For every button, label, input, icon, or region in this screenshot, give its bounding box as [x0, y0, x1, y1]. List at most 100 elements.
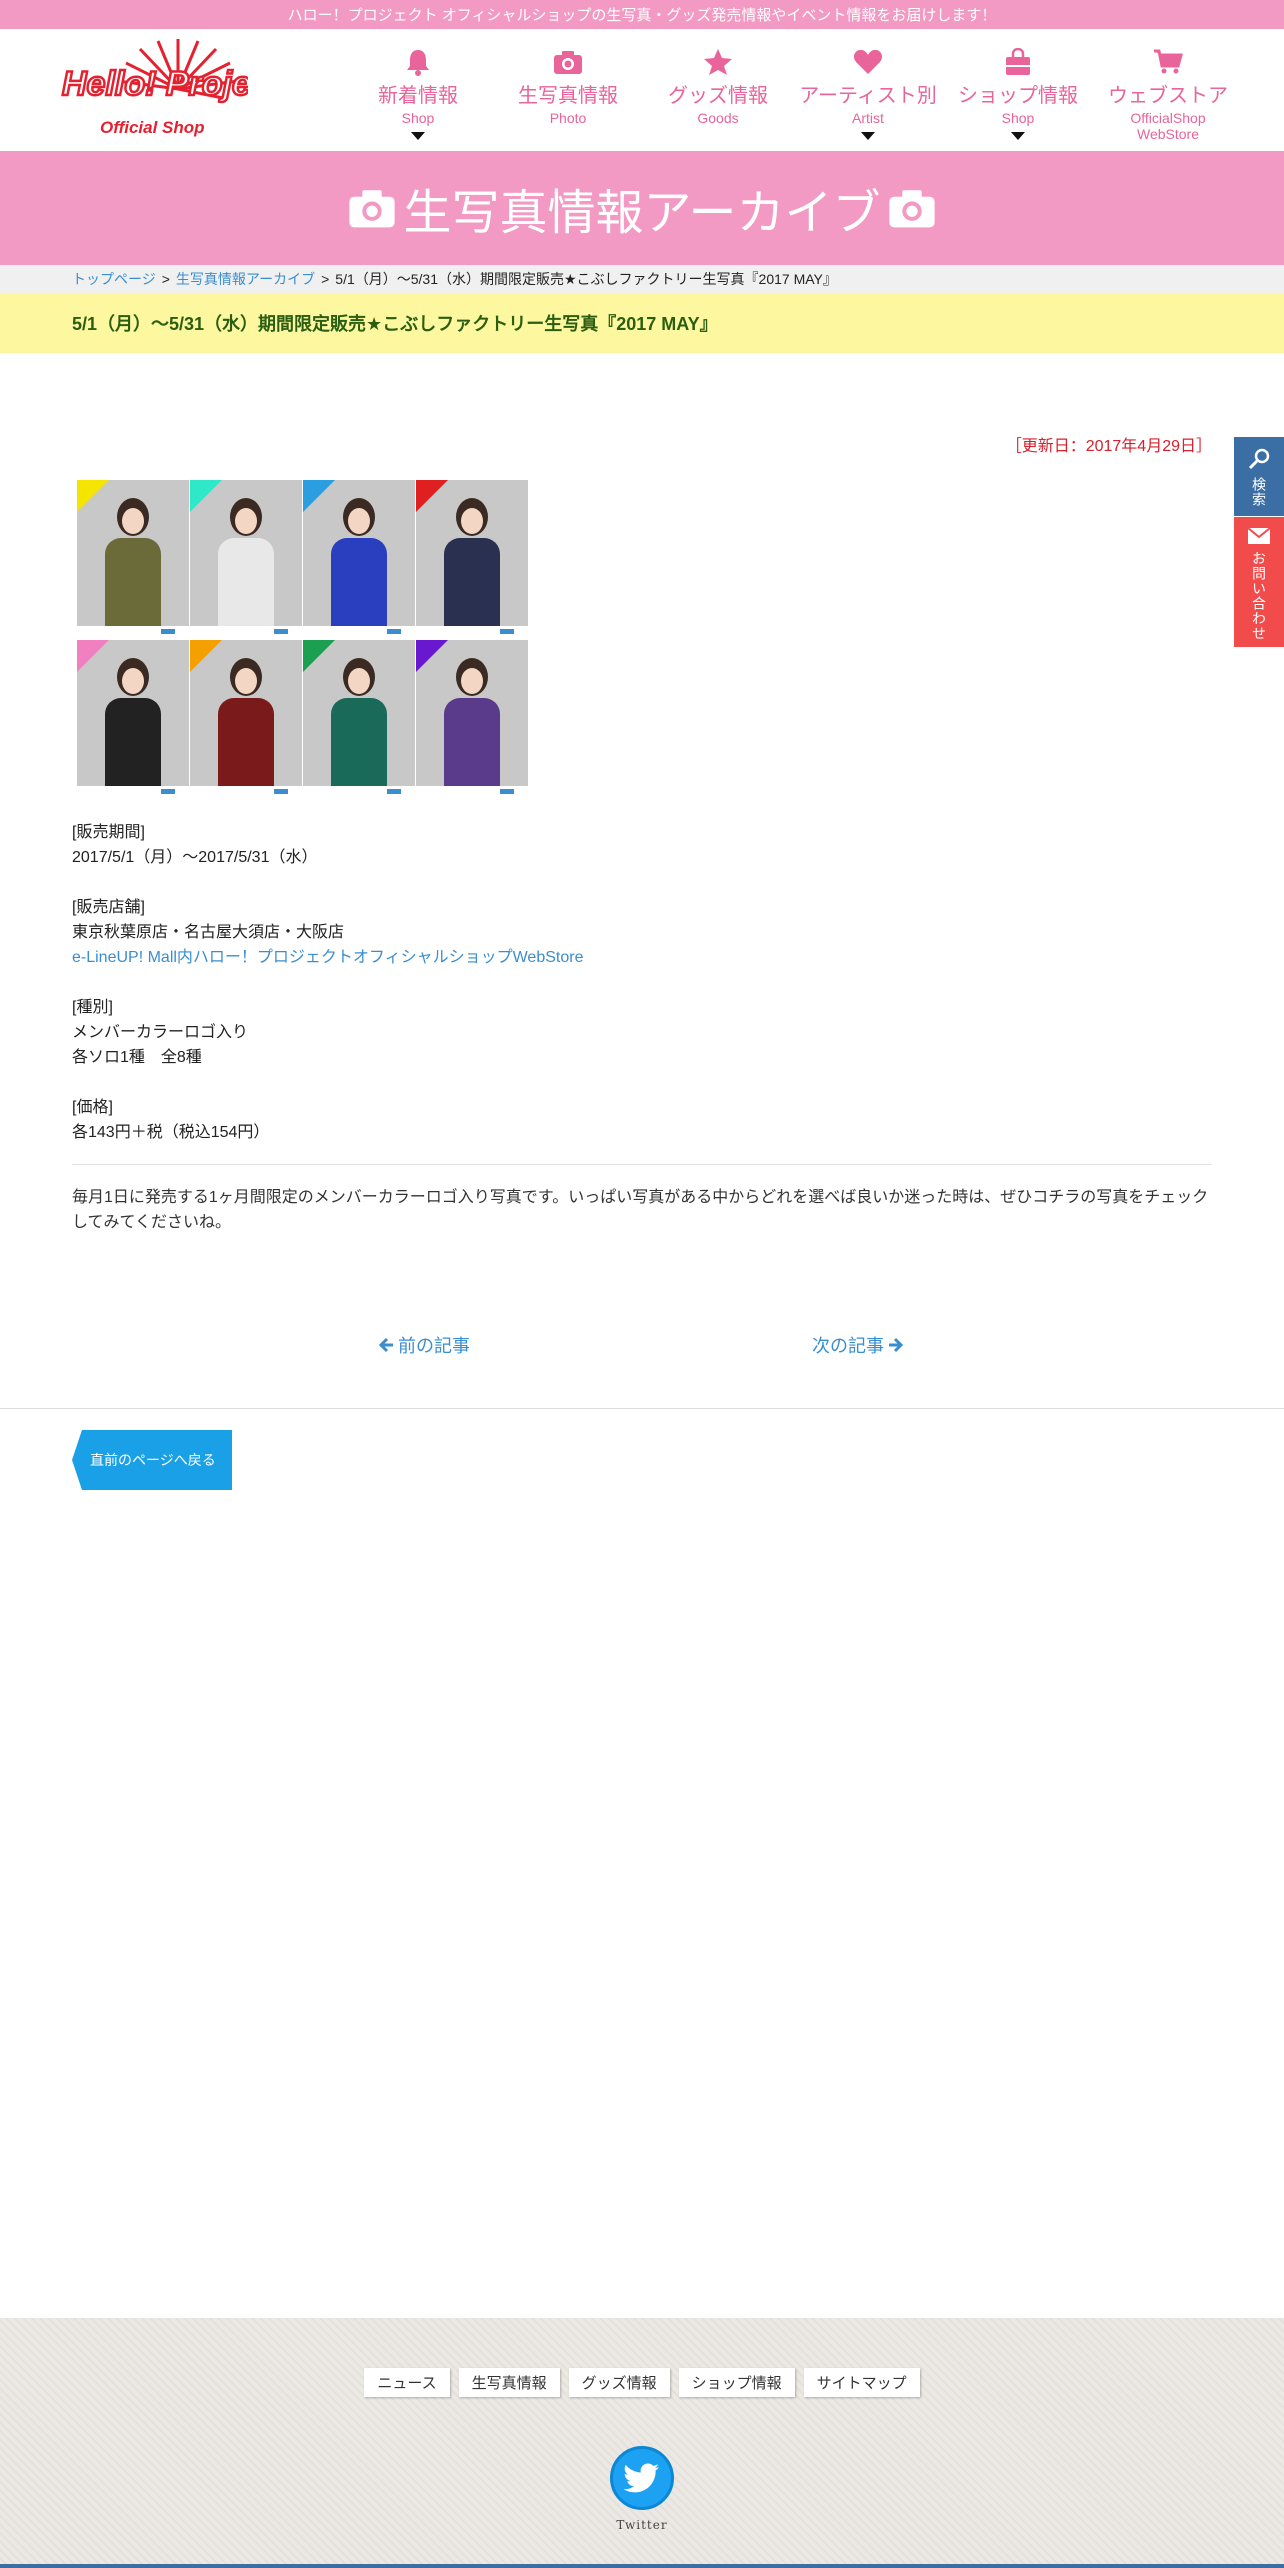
- side-search-tab[interactable]: 検索: [1234, 437, 1284, 516]
- page-banner: 生写真情報アーカイブ: [0, 151, 1284, 265]
- nav-item-webstore[interactable]: ウェブストア OfficialShop WebStore: [1093, 29, 1243, 151]
- caret-down-icon: [1011, 132, 1025, 140]
- sale-period-value: 2017/5/1（月）〜2017/5/31（水）: [72, 849, 318, 866]
- member-color-tag: [77, 640, 109, 672]
- member-photo: [190, 480, 302, 636]
- webstore-link[interactable]: e-LineUP! Mall内ハロー！プロジェクトオフィシャルショップWebSt…: [72, 949, 583, 966]
- product-photo-grid[interactable]: [72, 475, 532, 797]
- member-color-tag: [416, 480, 448, 512]
- photo-face: [122, 668, 144, 694]
- nav-label-jp: 生写真情報: [518, 85, 618, 107]
- twitter-label: Twitter: [616, 2518, 668, 2532]
- side-contact-label: お問い合わせ: [1251, 551, 1267, 641]
- shopping-bag-icon: [1003, 47, 1033, 77]
- site-logo[interactable]: Hello! Project Official Shop: [58, 37, 284, 141]
- article-title: 5/1（月）〜5/31（水）期間限定販売★こぶしファクトリー生写真『2017 M…: [72, 314, 718, 334]
- article-body: [販売期間] 2017/5/1（月）〜2017/5/31（水） [販売店舗] 東…: [72, 820, 1212, 1170]
- nav-label-jp: ショップ情報: [958, 85, 1078, 107]
- photo-logo-strip: [416, 626, 528, 636]
- breadcrumb: トップページ > 生写真情報アーカイブ > 5/1（月）〜5/31（水）期間限定…: [0, 265, 1284, 293]
- member-photo: [416, 640, 528, 796]
- cart-icon: [1153, 47, 1183, 77]
- site-header: Hello! Project Official Shop 新着情報 Shop 生…: [0, 29, 1284, 151]
- photo-logo-strip: [190, 786, 302, 796]
- price-label: [価格]: [72, 1099, 113, 1116]
- photo-outfit: [331, 538, 387, 626]
- bell-icon: [403, 47, 433, 77]
- prev-article-link[interactable]: 前の記事: [378, 1332, 470, 1358]
- footer-link-news[interactable]: ニュース: [364, 2368, 450, 2397]
- next-article-link[interactable]: 次の記事: [812, 1332, 904, 1358]
- nav-label-en: Photo: [549, 110, 587, 126]
- photo-face: [122, 508, 144, 534]
- photo-face: [461, 668, 483, 694]
- twitter-button[interactable]: [610, 2446, 674, 2510]
- announcement-text: ハロー！プロジェクト オフィシャルショップの生写真・グッズ発売情報やイベント情報…: [287, 7, 997, 24]
- photo-outfit: [331, 698, 387, 786]
- photo-logo-strip: [416, 786, 528, 796]
- stores-label: [販売店舗]: [72, 899, 145, 916]
- price-value: 各143円＋税（税込154円）: [72, 1124, 270, 1141]
- member-color-tag: [77, 480, 109, 512]
- photo-outfit: [105, 538, 161, 626]
- breadcrumb-home-link[interactable]: トップページ: [72, 269, 156, 289]
- side-search-label: 検索: [1251, 477, 1267, 507]
- arrow-right-icon: [889, 1337, 904, 1353]
- banner-title: 生写真情報アーカイブ: [403, 187, 881, 240]
- heart-icon: [853, 47, 883, 77]
- camera-icon: [349, 190, 396, 228]
- photo-face: [235, 508, 257, 534]
- mail-icon: [1247, 527, 1271, 544]
- camera-icon: [888, 190, 935, 228]
- footer-link-shop[interactable]: ショップ情報: [678, 2368, 795, 2397]
- footer-link-photo[interactable]: 生写真情報: [458, 2368, 560, 2397]
- back-button[interactable]: 直前のページへ戻る: [72, 1430, 232, 1490]
- photo-outfit: [218, 538, 274, 626]
- nav-item-goods[interactable]: グッズ情報 Goods: [643, 29, 793, 151]
- photo-face: [235, 668, 257, 694]
- member-color-tag: [303, 640, 335, 672]
- member-photo: [303, 480, 415, 636]
- member-photo: [77, 480, 189, 636]
- member-photo: [77, 640, 189, 796]
- section-divider: [0, 1408, 1284, 1409]
- type-label: [種別]: [72, 999, 113, 1016]
- photo-outfit: [105, 698, 161, 786]
- content-divider: [72, 1164, 1212, 1165]
- camera-icon: [553, 47, 583, 77]
- member-photo: [190, 640, 302, 796]
- nav-label-jp: アーティスト別: [799, 85, 937, 107]
- footer-nav: ニュース 生写真情報 グッズ情報 ショップ情報 サイトマップ: [0, 2368, 1284, 2397]
- member-color-tag: [190, 480, 222, 512]
- footer-link-sitemap[interactable]: サイトマップ: [803, 2368, 920, 2397]
- logo-graphic: Hello! Project Official Shop: [61, 39, 284, 137]
- article-title-bar: 5/1（月）〜5/31（水）期間限定販売★こぶしファクトリー生写真『2017 M…: [0, 293, 1284, 353]
- top-announcement-bar: ハロー！プロジェクト オフィシャルショップの生写真・グッズ発売情報やイベント情報…: [0, 0, 1284, 29]
- type-value-2: 各ソロ1種 全8種: [72, 1049, 202, 1066]
- nav-item-news[interactable]: 新着情報 Shop: [343, 29, 493, 151]
- footer-bottom-line: [0, 2564, 1284, 2568]
- back-button-label: 直前のページへ戻る: [90, 1452, 216, 1468]
- nav-item-artist[interactable]: アーティスト別 Artist: [793, 29, 943, 151]
- breadcrumb-archive-link[interactable]: 生写真情報アーカイブ: [176, 269, 315, 289]
- nav-label-en: Goods: [697, 110, 739, 126]
- footer-link-goods[interactable]: グッズ情報: [568, 2368, 670, 2397]
- member-photo: [303, 640, 415, 796]
- side-contact-tab[interactable]: お問い合わせ: [1234, 517, 1284, 647]
- nav-item-shop[interactable]: ショップ情報 Shop: [943, 29, 1093, 151]
- photo-outfit: [218, 698, 274, 786]
- photo-outfit: [444, 698, 500, 786]
- site-footer: ニュース 生写真情報 グッズ情報 ショップ情報 サイトマップ Twitter: [0, 2318, 1284, 2568]
- star-icon: [703, 47, 733, 77]
- nav-label-en: Shop: [401, 110, 435, 126]
- twitter-bird-icon: [624, 2463, 659, 2493]
- nav-item-photo[interactable]: 生写真情報 Photo: [493, 29, 643, 151]
- sale-period-label: [販売期間]: [72, 824, 145, 841]
- photo-logo-strip: [77, 626, 189, 636]
- nav-label-en: Shop: [1001, 110, 1035, 126]
- caret-down-icon: [861, 132, 875, 140]
- search-icon: [1248, 448, 1270, 470]
- type-value-1: メンバーカラーロゴ入り: [72, 1024, 249, 1041]
- photo-face: [348, 508, 370, 534]
- updated-date: ［更新日：2017年4月29日］: [1005, 438, 1212, 455]
